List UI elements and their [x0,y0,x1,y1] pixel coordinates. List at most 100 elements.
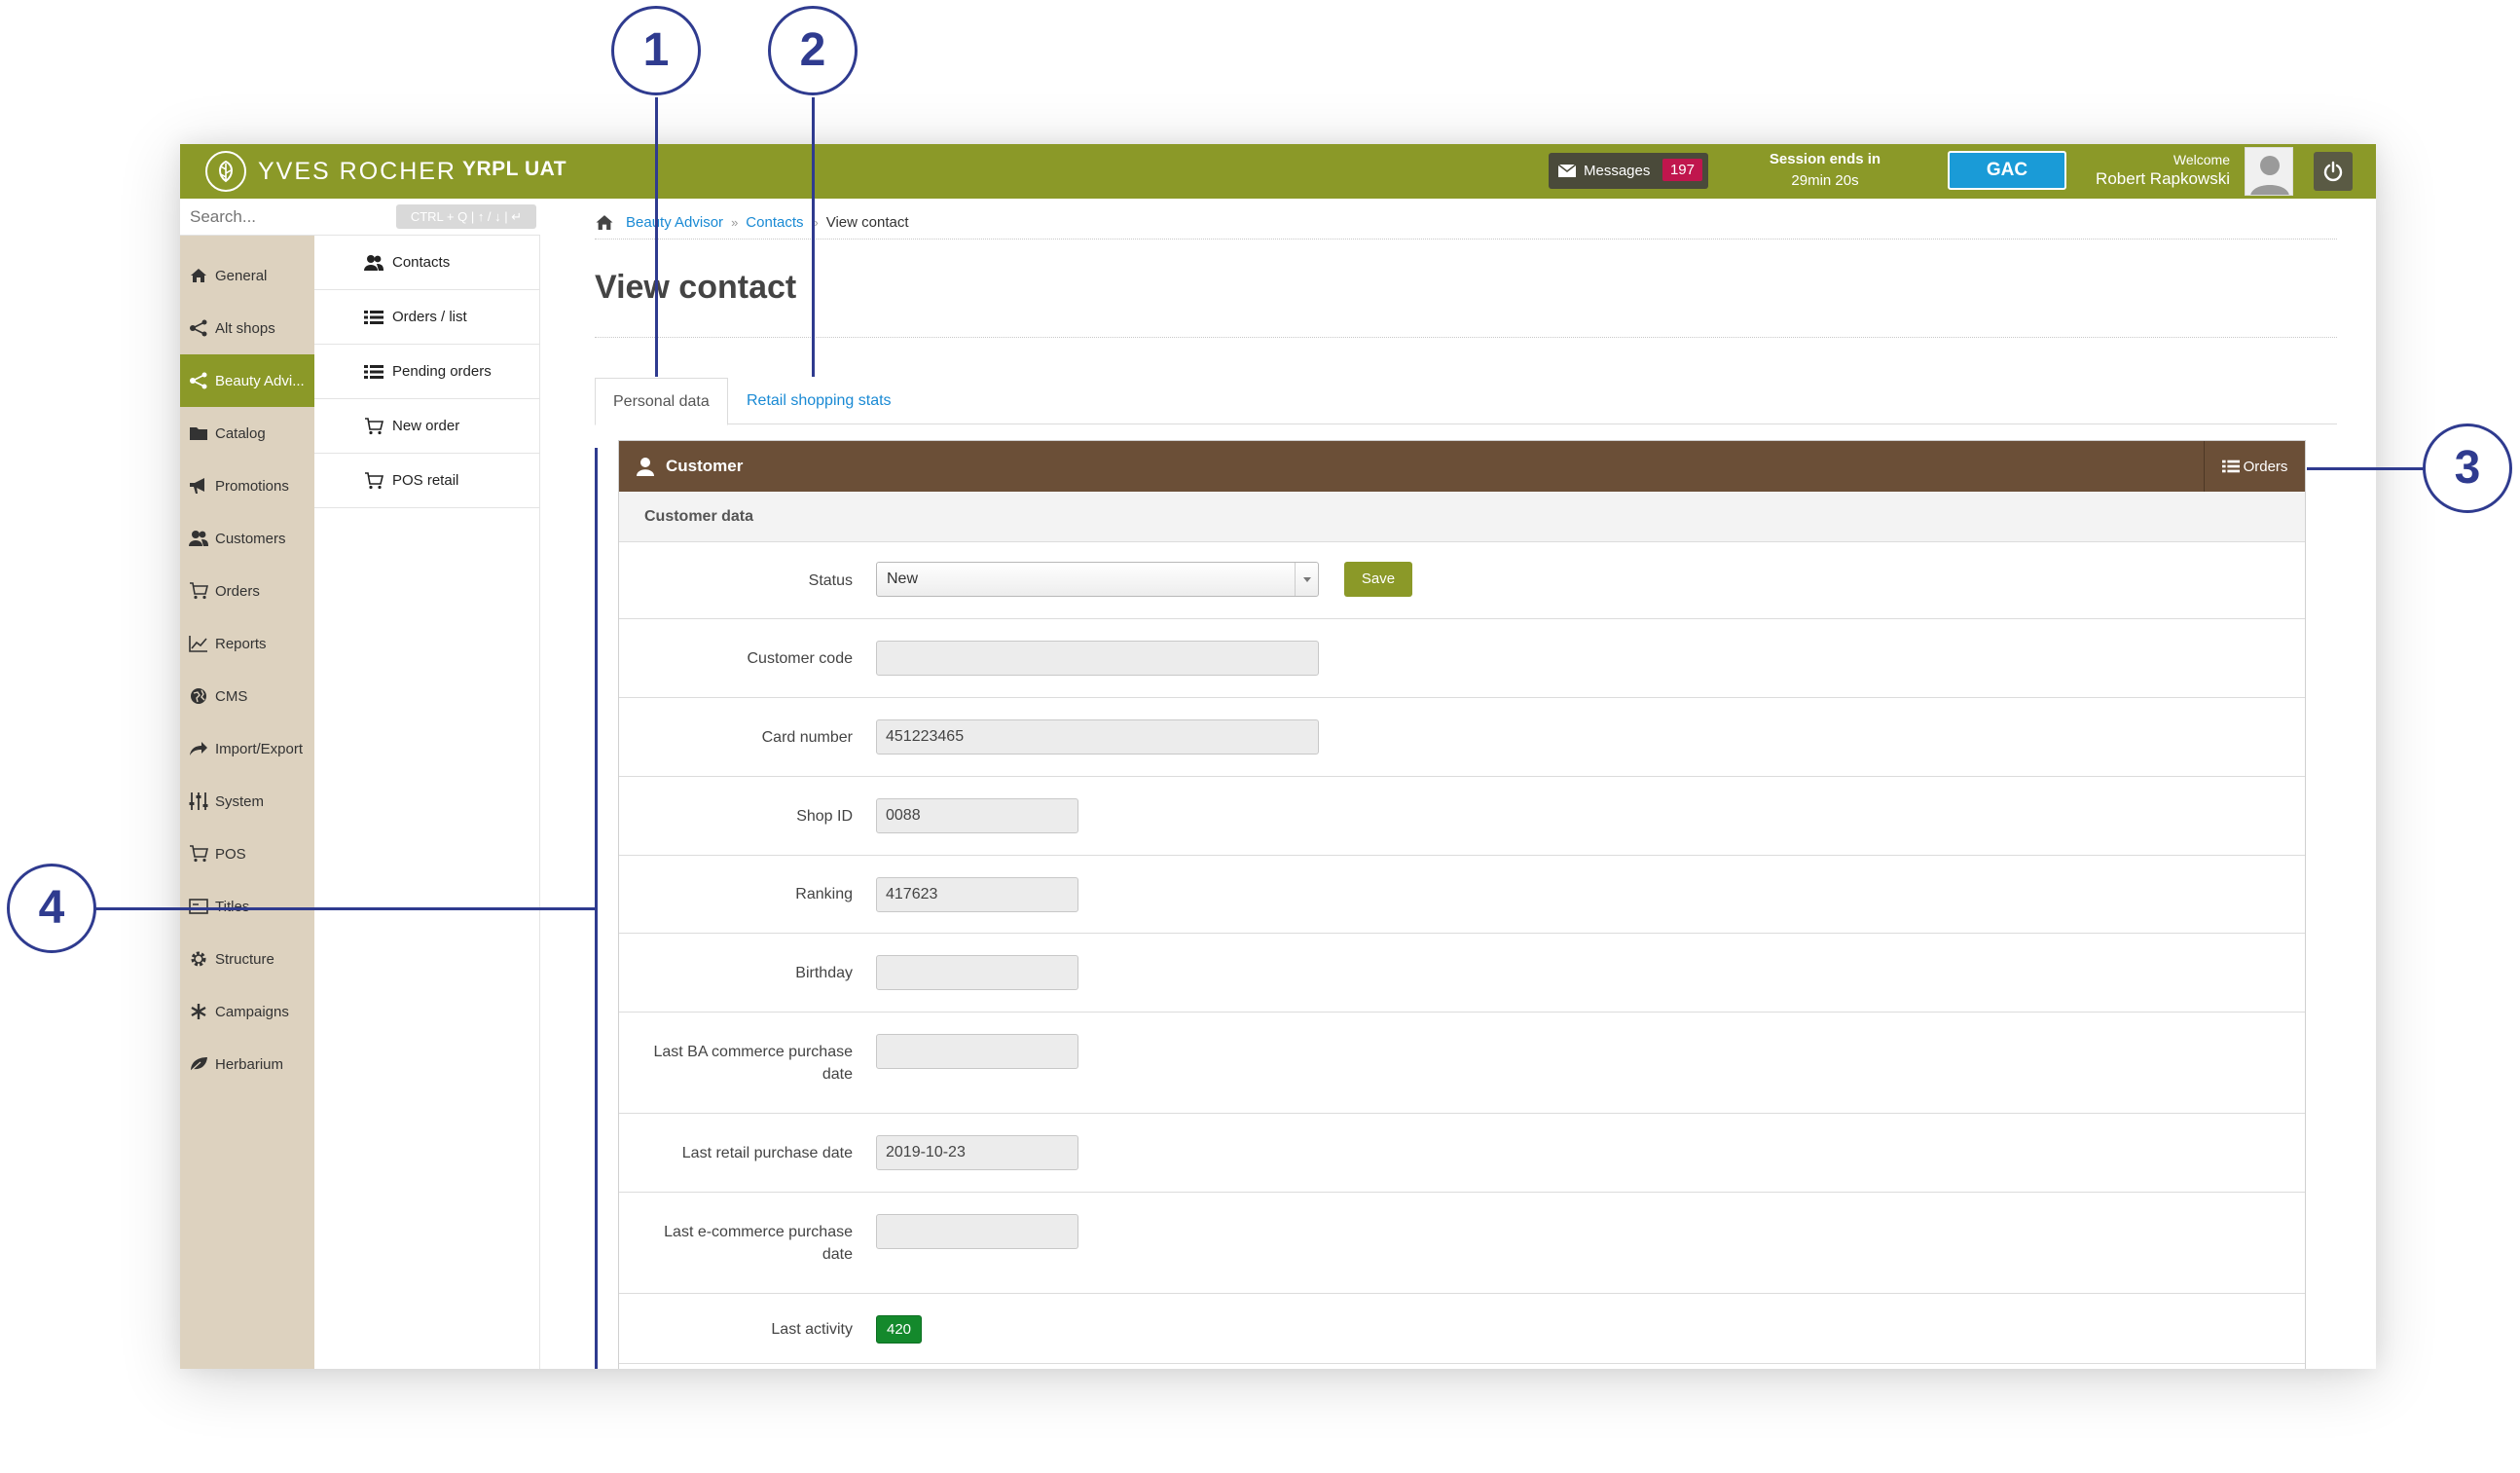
last-ba-purchase-label: Last BA commerce purchase date [619,1041,853,1086]
gear-icon [188,948,209,970]
messages-count-badge: 197 [1662,159,1702,181]
ranking-field[interactable]: 417623 [876,877,1078,912]
nav-item-label: Campaigns [215,1003,289,1020]
form-row-status: Status New Save [619,542,2305,619]
nav-item-promotions[interactable]: Promotions [180,460,314,512]
form-row-last-ba-purchase: Last BA commerce purchase date [619,1013,2305,1114]
nav-item-label: Titles [215,898,250,915]
nav-item-label: Promotions [215,477,289,495]
breadcrumb-link-contacts[interactable]: Contacts [746,214,803,231]
ranking-label: Ranking [795,886,853,902]
nav-item-herbarium[interactable]: Herbarium [180,1038,314,1090]
section-title: Customer data [619,492,2305,542]
environment-label: YRPL UAT [462,158,567,180]
arrow-icon [188,738,209,759]
last-ecommerce-purchase-label-line1: Last e-commerce purchase [664,1224,853,1240]
nav-item-alt-shops[interactable]: Alt shops [180,302,314,354]
cart-icon [188,580,209,602]
submenu-item-orders-list[interactable]: Orders / list [314,290,540,345]
sub-navigation: Contacts Orders / list Pending orders Ne… [314,236,540,1369]
form-row-birthday: Birthday [619,934,2305,1013]
nav-item-label: General [215,267,268,284]
messages-label: Messages [1584,163,1651,179]
nav-item-label: Customers [215,530,286,547]
form-row-last-retail-purchase: Last retail purchase date 2019-10-23 [619,1114,2305,1193]
user-welcome: Welcome Robert Rapkowski [2096,150,2230,189]
callout-2-leader [812,97,815,377]
home-icon[interactable] [595,214,614,231]
nav-item-system[interactable]: System [180,775,314,828]
panel-header: Customer Orders [619,441,2305,492]
form-row-customer-code: Customer code [619,619,2305,698]
nav-item-cms[interactable]: CMS [180,670,314,722]
nav-item-structure[interactable]: Structure [180,933,314,985]
callout-2: 2 [768,6,858,95]
nav-item-label: POS [215,845,246,863]
callout-4: 4 [7,864,96,953]
callout-3: 3 [2423,423,2512,513]
status-select[interactable]: New [876,562,1319,597]
session-label: Session ends in [1769,151,1881,167]
main-navigation: General Alt shops Beauty Advi... Catalog… [180,236,314,1369]
brand-name: YVES ROCHER [258,157,457,185]
nav-item-reports[interactable]: Reports [180,617,314,670]
submenu-item-label: Contacts [392,254,451,271]
nav-item-label: Reports [215,635,267,652]
nav-item-customers[interactable]: Customers [180,512,314,565]
messages-button[interactable]: Messages 197 [1549,153,1708,189]
welcome-label: Welcome [2173,152,2230,167]
list-icon [363,362,384,382]
panel-title: Customer [666,457,744,475]
submenu-item-label: POS retail [392,472,459,489]
session-timer: Session ends in 29min 20s [1733,149,1917,192]
nav-item-campaigns[interactable]: Campaigns [180,985,314,1038]
envelope-icon [1558,165,1576,177]
orders-button[interactable]: Orders [2204,441,2305,492]
breadcrumb-link-beauty-advisor[interactable]: Beauty Advisor [626,214,723,231]
card-number-field[interactable]: 451223465 [876,719,1319,755]
last-activity-label: Last activity [771,1321,853,1338]
submenu-item-new-order[interactable]: New order [314,399,540,454]
brand-logo[interactable]: YVES ROCHER [205,151,457,192]
submenu-item-pos-retail[interactable]: POS retail [314,454,540,508]
form-row-shop-id: Shop ID 0088 [619,777,2305,856]
nav-item-label: Herbarium [215,1055,284,1073]
chevron-down-icon [1295,563,1318,596]
cart-icon [363,471,384,491]
nav-item-pos[interactable]: POS [180,828,314,880]
submenu-item-pending-orders[interactable]: Pending orders [314,345,540,399]
cart-icon [188,843,209,865]
nav-item-beauty-advisor[interactable]: Beauty Advi... [180,354,314,407]
last-ba-purchase-field[interactable] [876,1034,1078,1069]
nav-item-general[interactable]: General [180,249,314,302]
shop-id-field[interactable]: 0088 [876,798,1078,833]
list-icon [2221,460,2240,473]
tab-retail-shopping-stats[interactable]: Retail shopping stats [729,378,909,424]
nav-item-label: CMS [215,687,248,705]
last-retail-purchase-field[interactable]: 2019-10-23 [876,1135,1078,1170]
nav-item-titles[interactable]: Titles [180,880,314,933]
callout-1-leader [655,97,658,377]
last-retail-purchase-label: Last retail purchase date [681,1145,853,1161]
card-number-label: Card number [761,729,853,746]
callout-3-leader [2307,467,2424,470]
birthday-field[interactable] [876,955,1078,990]
logout-button[interactable] [2314,152,2353,191]
share-icon [188,370,209,391]
leaf-logo-icon [205,151,246,192]
gac-button[interactable]: GAC [1948,151,2066,190]
nav-item-label: Import/Export [215,740,304,757]
save-button[interactable]: Save [1344,562,1412,597]
nav-item-label: Catalog [215,424,266,442]
nav-item-import-export[interactable]: Import/Export [180,722,314,775]
customer-code-field[interactable] [876,641,1319,676]
nav-item-orders[interactable]: Orders [180,565,314,617]
asterisk-icon [188,1001,209,1022]
tab-personal-data[interactable]: Personal data [595,378,728,425]
search-input[interactable] [190,203,394,231]
submenu-item-contacts[interactable]: Contacts [314,236,540,290]
nav-item-catalog[interactable]: Catalog [180,407,314,460]
status-label: Status [808,572,853,589]
avatar[interactable] [2245,147,2293,196]
last-ecommerce-purchase-field[interactable] [876,1214,1078,1249]
